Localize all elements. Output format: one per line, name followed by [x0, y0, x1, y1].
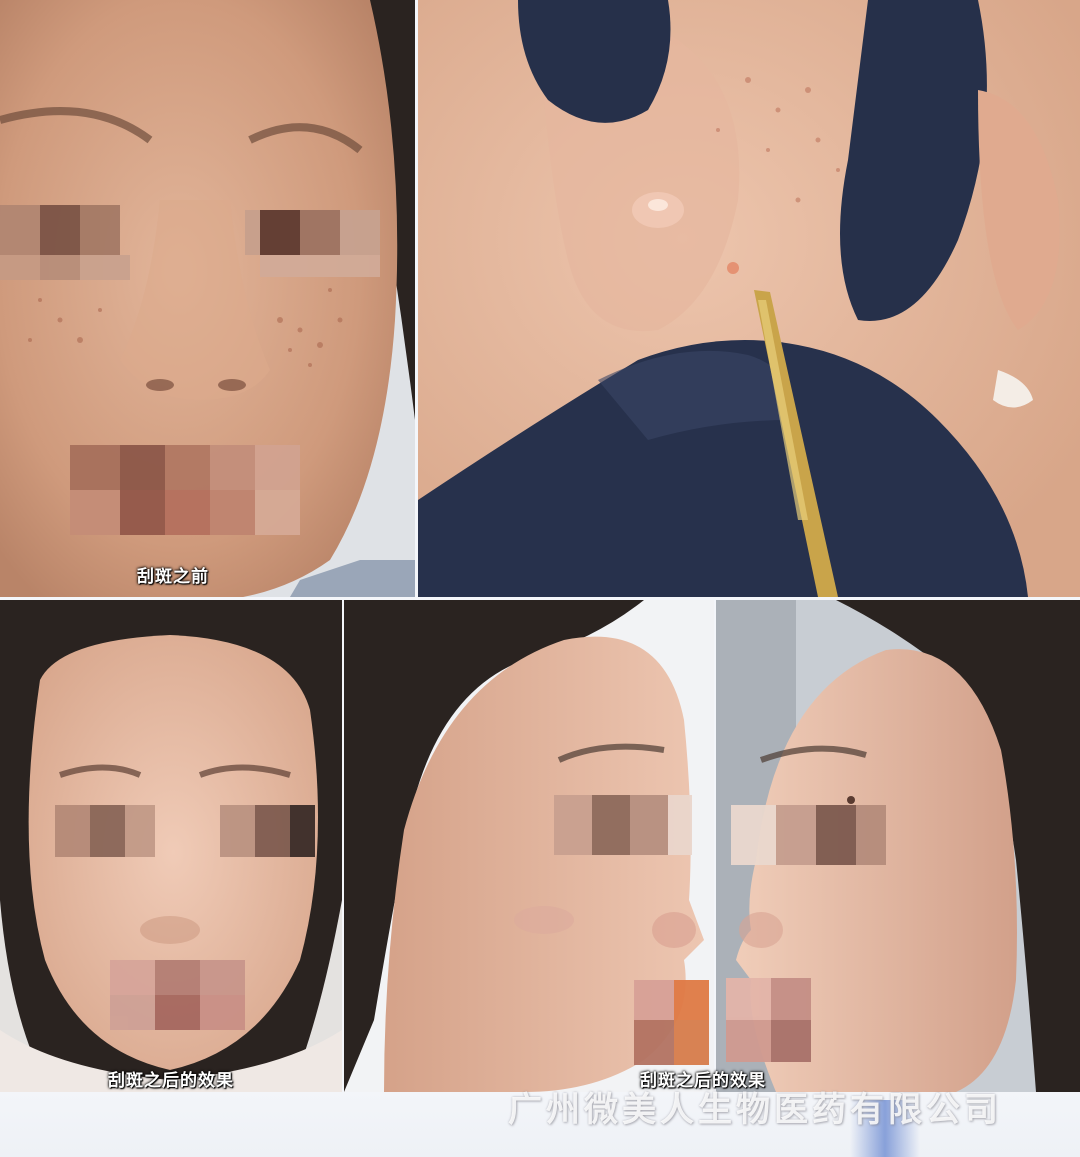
company-watermark: 广州微美人生物医药有限公司	[508, 1090, 1002, 1130]
after-front-photo	[0, 600, 342, 1092]
after-right-profile-photo	[344, 600, 714, 1092]
caption-after-front: 刮斑之后的效果	[108, 1071, 234, 1091]
after-left-profile-photo	[716, 600, 1080, 1092]
caption-before: 刮斑之前	[137, 567, 209, 587]
procedure-photo	[418, 0, 1080, 597]
before-photo	[0, 0, 415, 597]
